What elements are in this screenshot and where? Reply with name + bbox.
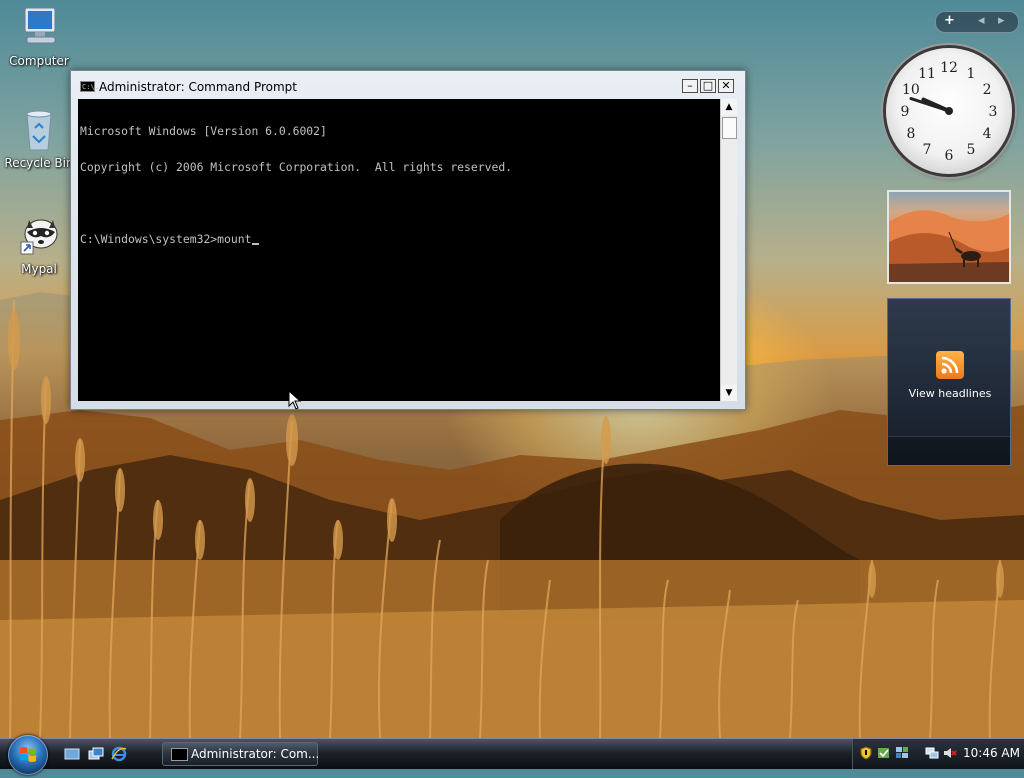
taskbar: Administrator: Com... 10:46 AM (0, 735, 1024, 775)
desktop-icon-computer[interactable]: Computer (3, 4, 75, 68)
clock-number: 7 (923, 142, 932, 158)
windows-update-icon[interactable] (877, 746, 891, 760)
clock-face: 12 12 3 45678 9 1011 (901, 60, 998, 164)
minimize-button[interactable]: – (682, 79, 698, 93)
clock-number: 1 (967, 66, 976, 82)
close-button[interactable]: ✕ (718, 79, 734, 93)
clock-gadget[interactable]: 12 1 2 3 4 5 6 7 8 9 10 11 (886, 48, 1012, 174)
clock-number: 9 (901, 104, 910, 120)
scroll-up-arrow-icon[interactable]: ▲ (721, 99, 737, 115)
scroll-down-arrow-icon[interactable]: ▼ (721, 385, 737, 401)
scroll-thumb[interactable] (722, 117, 737, 139)
mypal-raccoon-icon (15, 212, 63, 260)
clock-number: 8 (906, 126, 915, 142)
clock-number: 12 (940, 60, 958, 76)
text-cursor (252, 243, 260, 245)
recycle-bin-icon (15, 106, 63, 154)
clock-number: 6 (945, 148, 954, 164)
feed-footer (888, 436, 1010, 465)
cmd-app-icon: C:\. (80, 81, 99, 92)
taskbar-clock[interactable]: 10:46 AM (963, 746, 1020, 760)
rss-feed-icon (936, 351, 964, 379)
desktop-icon-label: Computer (9, 54, 69, 68)
next-page-button[interactable]: ▸ (998, 13, 1005, 28)
mouse-pointer-icon (288, 390, 302, 410)
console-prompt-line[interactable]: C:\Windows\system32>mount (80, 233, 720, 245)
console-command: C:\Windows\system32>mount (80, 232, 252, 246)
maximize-button[interactable]: □ (700, 79, 716, 93)
network-status-icon[interactable] (895, 746, 909, 760)
clock-number: 4 (983, 126, 992, 142)
sidebar-controls: + ◂ ▸ (935, 11, 1019, 33)
cmd-app-icon (171, 748, 188, 761)
security-shield-icon[interactable] (859, 746, 873, 760)
console-line: Microsoft Windows [Version 6.0.6002] (80, 124, 327, 138)
network-connection-icon[interactable] (925, 746, 939, 760)
windows-logo-icon (20, 747, 36, 762)
feed-headlines-gadget[interactable]: View headlines (887, 298, 1011, 466)
start-button[interactable] (8, 735, 48, 775)
switch-windows-icon[interactable] (88, 746, 104, 762)
slideshow-image (889, 210, 1009, 282)
previous-page-button[interactable]: ◂ (978, 13, 985, 28)
desktop-icon-recycle-bin[interactable]: Recycle Bin (3, 106, 75, 170)
computer-icon (15, 4, 63, 52)
show-desktop-icon[interactable] (64, 746, 80, 762)
clock-number: 3 (989, 104, 998, 120)
slideshow-gadget[interactable] (887, 190, 1011, 284)
clock-number: 11 (918, 66, 936, 82)
desktop-icon-label: Mypal (21, 262, 57, 276)
desktop-icon-mypal[interactable]: Mypal (3, 212, 75, 276)
desktop-icon-label: Recycle Bin (4, 156, 74, 170)
console-output[interactable]: Microsoft Windows [Version 6.0.6002] Cop… (78, 99, 720, 401)
add-gadget-button[interactable]: + (944, 13, 955, 28)
command-prompt-window[interactable]: C:\. Administrator: Command Prompt – □ ✕… (70, 70, 746, 410)
window-title: Administrator: Command Prompt (99, 80, 297, 94)
clock-number: 10 (902, 82, 920, 98)
internet-explorer-icon[interactable] (111, 746, 127, 762)
taskbar-button-command-prompt[interactable]: Administrator: Com... (162, 742, 320, 766)
clock-number: 5 (967, 142, 976, 158)
taskbar-button-label: Administrator: Com... (191, 747, 320, 761)
console-line: Copyright (c) 2006 Microsoft Corporation… (80, 160, 513, 174)
vertical-scrollbar[interactable]: ▲ ▼ (720, 99, 737, 401)
window-titlebar[interactable]: C:\. Administrator: Command Prompt – □ ✕ (71, 71, 745, 99)
clock-number: 2 (983, 82, 992, 98)
system-tray: 10:46 AM (852, 739, 1024, 769)
view-headlines-link[interactable]: View headlines (888, 387, 1012, 400)
volume-muted-icon[interactable] (943, 746, 957, 760)
